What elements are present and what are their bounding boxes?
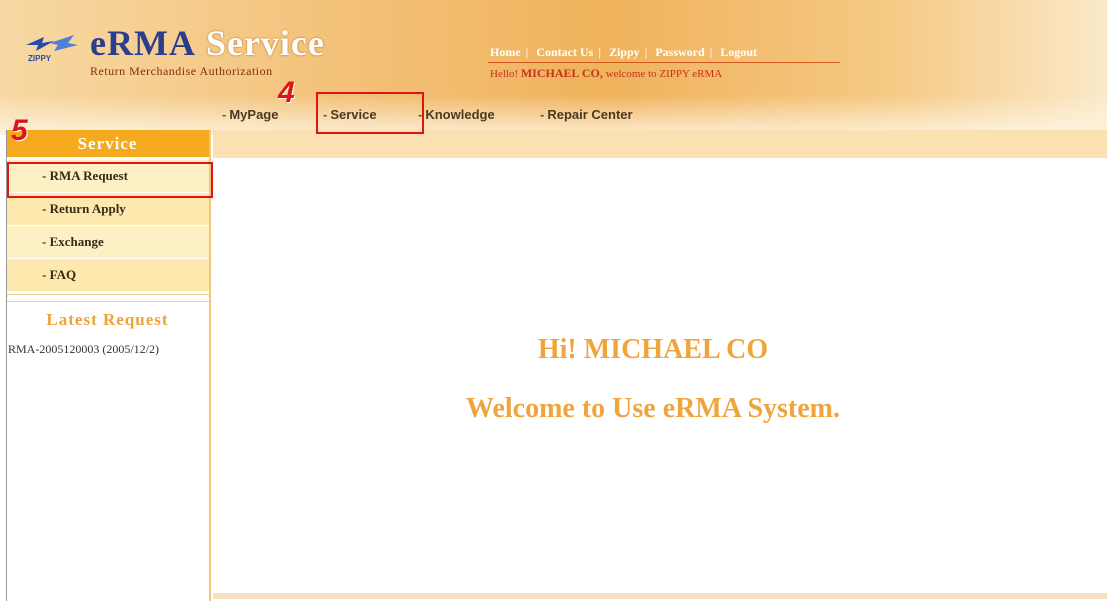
- zippy-logo: ZIPPY: [26, 35, 78, 63]
- content-top-strip: [213, 130, 1107, 158]
- main-content: Hi! MICHAEL CO Welcome to Use eRMA Syste…: [213, 158, 1107, 601]
- app-title: eRMA Service: [90, 22, 325, 64]
- app-title-service: Service: [205, 23, 325, 63]
- sidebar-divider: [6, 294, 209, 302]
- nav-knowledge-label: Knowledge: [425, 107, 495, 122]
- annotation-step-5: 5: [11, 114, 28, 147]
- sidebar: Service - RMA Request - Return Apply - E…: [6, 130, 211, 601]
- greeting-name: MICHAEL CO,: [520, 66, 603, 80]
- latest-request-link[interactable]: RMA-2005120003 (2005/12/2): [8, 342, 159, 357]
- sidebar-item-label: Return Apply: [49, 201, 126, 216]
- link-logout[interactable]: Logout: [720, 45, 757, 59]
- footer-strip: [213, 593, 1107, 599]
- page-left-border: [6, 130, 7, 601]
- link-zippy[interactable]: Zippy: [609, 45, 640, 59]
- sidebar-item-label: Exchange: [49, 234, 104, 249]
- greeting-prefix: Hello!: [490, 68, 519, 80]
- annotation-step-4: 4: [278, 76, 295, 109]
- link-password[interactable]: Password: [655, 45, 704, 59]
- sidebar-item-exchange[interactable]: - Exchange: [6, 226, 209, 259]
- nav-repair-center-label: Repair Center: [547, 107, 633, 122]
- annotation-box-rma-request: [7, 162, 213, 198]
- welcome-heading: Welcome to Use eRMA System.: [465, 393, 840, 424]
- top-links: Home | Contact Us | Zippy | Password | Logou…: [490, 45, 757, 59]
- greeting: Hello! MICHAEL CO, welcome to ZIPPY eRMA: [490, 66, 722, 81]
- link-home[interactable]: Home: [490, 45, 521, 59]
- latest-request-title: Latest Request: [46, 310, 169, 329]
- top-links-divider: [488, 62, 840, 63]
- annotation-box-service: [316, 92, 424, 134]
- link-contact-us[interactable]: Contact Us: [536, 45, 593, 59]
- nav-mypage[interactable]: - MyPage: [222, 107, 278, 122]
- sidebar-item-faq[interactable]: - FAQ: [6, 259, 209, 292]
- greeting-suffix: welcome to ZIPPY eRMA: [605, 68, 723, 80]
- greeting-heading: Hi! MICHAEL CO: [537, 334, 769, 365]
- sidebar-title: Service: [6, 130, 209, 157]
- app-title-erma: eRMA: [90, 23, 196, 63]
- nav-knowledge[interactable]: - Knowledge: [418, 107, 495, 122]
- sidebar-item-label: FAQ: [49, 267, 77, 282]
- app-subtitle: Return Merchandise Authorization: [90, 64, 273, 78]
- nav-repair-center[interactable]: - Repair Center: [540, 107, 633, 122]
- nav-mypage-label: MyPage: [229, 107, 279, 122]
- logo-badge: ZIPPY: [28, 54, 52, 63]
